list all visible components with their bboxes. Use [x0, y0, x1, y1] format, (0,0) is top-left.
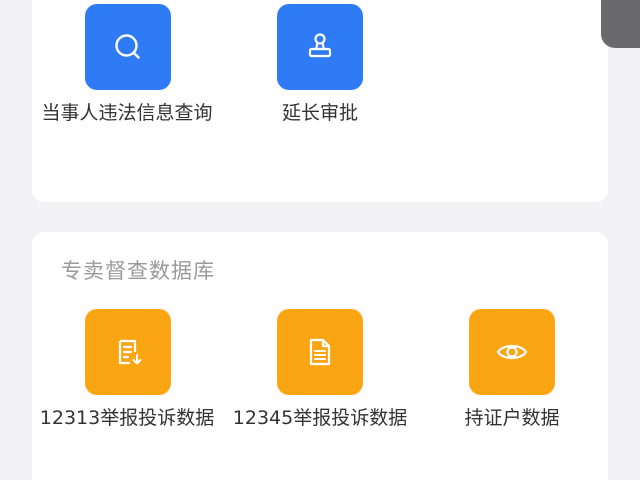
app-page: 当事人违法信息查询 延长审批 专卖督查数据库 12313举报投诉数据 12345…	[0, 0, 640, 480]
form-edit-icon	[118, 339, 142, 365]
violation-query-button[interactable]	[85, 4, 171, 90]
complaint-12313-label: 12313举报投诉数据	[39, 407, 215, 429]
section-title: 专卖督查数据库	[61, 259, 215, 283]
licensee-data-label: 持证户数据	[464, 407, 560, 429]
complaint-12345-label: 12345举报投诉数据	[232, 407, 408, 429]
licensee-data-button[interactable]	[469, 309, 555, 395]
complaint-12313-button[interactable]	[85, 309, 171, 395]
search-icon	[115, 34, 140, 59]
stamp-icon	[308, 33, 332, 58]
overlay-corner-tab	[601, 0, 640, 48]
eye-icon	[496, 344, 528, 360]
extension-approval-label: 延长审批	[281, 102, 358, 124]
complaint-12345-button[interactable]	[277, 309, 363, 395]
document-icon	[309, 338, 331, 366]
extension-approval-button[interactable]	[277, 4, 363, 90]
violation-query-label: 当事人违法信息查询	[41, 102, 213, 124]
